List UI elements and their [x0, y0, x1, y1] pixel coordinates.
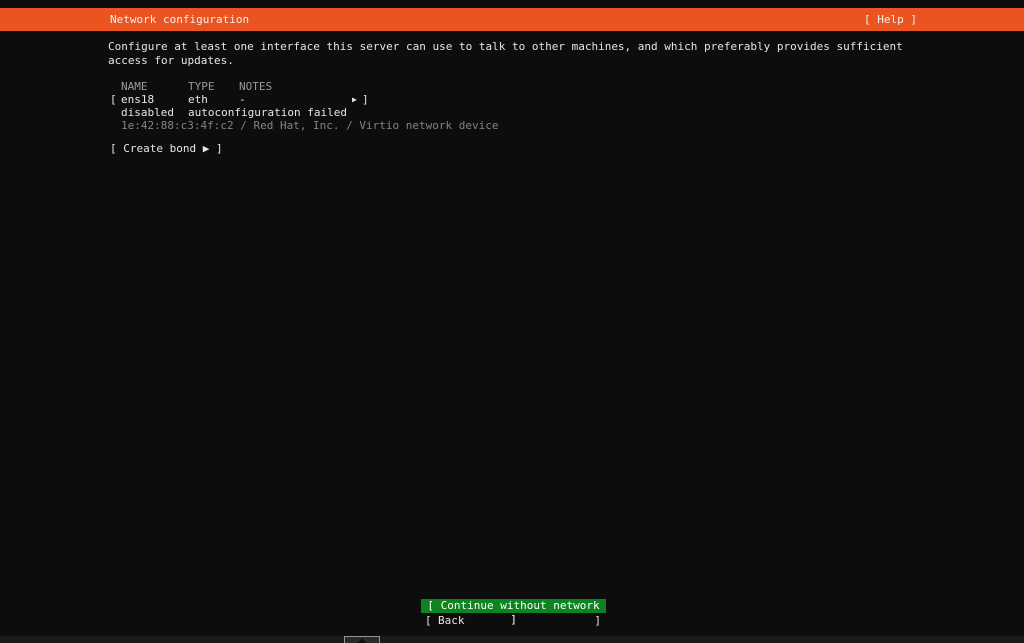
console-bottom-strip: [0, 636, 1024, 643]
back-button[interactable]: [ Back ]: [421, 614, 606, 627]
help-button[interactable]: [ Help ]: [864, 13, 917, 26]
continue-without-network-button[interactable]: [ Continue without network ]: [421, 599, 606, 626]
row-expand-arrow-icon: ▶: [352, 95, 357, 104]
create-bond-button[interactable]: [ Create bond ▶ ]: [0, 142, 1024, 155]
interface-table-header: NAME TYPE NOTES: [0, 80, 1024, 93]
row-bracket-close: ]: [362, 93, 369, 106]
title-bar: Network configuration [ Help ]: [0, 8, 1024, 31]
page-title: Network configuration: [110, 13, 250, 26]
installer-screen: Network configuration [ Help ] Configure…: [0, 0, 1024, 643]
interface-status-line: disabled autoconfiguration failed: [0, 106, 1024, 119]
interface-hardware-info: 1e:42:88:c3:4f:c2 / Red Hat, Inc. / Virt…: [121, 119, 499, 132]
console-toolbar-handle[interactable]: [344, 636, 380, 643]
back-button-label: Back: [438, 614, 465, 627]
column-header-name: NAME: [121, 80, 148, 93]
intro-text-line2: access for updates.: [108, 54, 234, 67]
interface-name-cell: ens18: [121, 93, 155, 106]
column-header-notes: NOTES: [239, 80, 273, 93]
row-bracket-open: [: [110, 93, 117, 106]
interface-row[interactable]: [ ens18 eth - ▶ ]: [0, 93, 1024, 106]
interface-type-cell: eth: [188, 93, 208, 106]
column-header-type: TYPE: [188, 80, 215, 93]
back-bracket-open: [: [425, 614, 432, 627]
interface-status: disabled: [121, 106, 174, 119]
interface-status-detail: autoconfiguration failed: [188, 106, 347, 119]
intro-text-line1: Configure at least one interface this se…: [108, 40, 903, 53]
chevron-up-icon: [357, 638, 367, 643]
interface-notes-cell: -: [239, 93, 246, 106]
back-bracket-close: ]: [594, 614, 601, 627]
